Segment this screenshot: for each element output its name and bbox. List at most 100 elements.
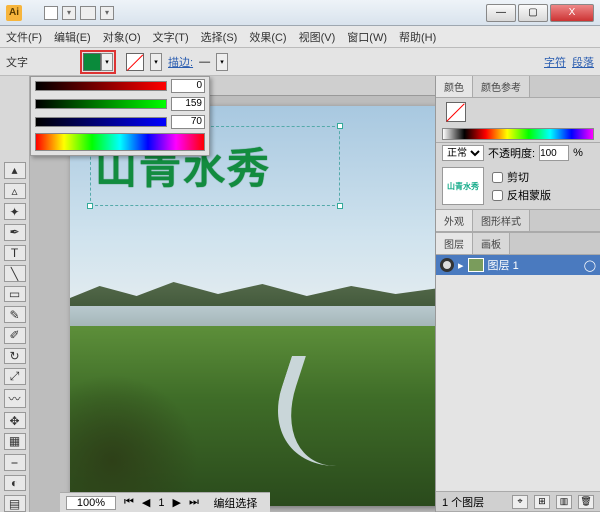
blue-value[interactable]: 70 (171, 115, 205, 129)
invert-label: 反相蒙版 (507, 187, 551, 203)
handle-tr[interactable] (337, 123, 343, 129)
doc-icon[interactable] (44, 6, 58, 20)
handle-br[interactable] (337, 203, 343, 209)
menu-view[interactable]: 视图(V) (299, 29, 336, 45)
new-layer-button[interactable]: ▥ (556, 495, 572, 509)
delete-layer-button[interactable]: 🗑 (578, 495, 594, 509)
page-number: 1 (158, 497, 164, 509)
layers-footer: 1 个图层 ⌖ ⊞ ▥ 🗑 (436, 491, 600, 511)
layers-panel: 图层 画板 ▸ 图层 1 ◯ 1 个图层 ⌖ ⊞ ▥ 🗑 (436, 233, 600, 512)
stroke-dash: — (199, 56, 210, 68)
selection-tool[interactable]: ▴ (4, 162, 26, 179)
minimize-button[interactable]: — (486, 4, 516, 22)
fill-dropdown[interactable]: ▾ (101, 53, 113, 71)
fill-swatch[interactable] (83, 53, 101, 71)
layer-name[interactable]: 图层 1 (488, 257, 519, 273)
stroke-link[interactable]: 描边: (168, 54, 193, 70)
warp-tool[interactable]: 〰 (4, 389, 26, 408)
stroke-dropdown[interactable]: ▾ (150, 53, 162, 71)
arrange-button[interactable] (80, 6, 96, 20)
direct-select-tool[interactable]: ▵ (4, 183, 26, 200)
zoom-input[interactable]: 100% (66, 496, 116, 510)
brush-tool[interactable]: ✎ (4, 306, 26, 323)
stroke-weight-dd[interactable]: ▾ (216, 53, 228, 71)
red-slider[interactable] (35, 81, 167, 91)
artboards-tab[interactable]: 画板 (473, 233, 510, 254)
menu-effect[interactable]: 效果(C) (249, 29, 286, 45)
blend-mode-select[interactable]: 正常 (442, 145, 484, 161)
target-icon[interactable]: ◯ (584, 259, 596, 272)
locate-button[interactable]: ⌖ (512, 495, 528, 509)
menu-object[interactable]: 对象(O) (103, 29, 141, 45)
arrange-flyout[interactable]: ▾ (100, 6, 114, 20)
blend-tool[interactable]: ◐ (4, 475, 26, 492)
toolbox: ▴ ▵ ✦ ✒ T ╲ ▭ ✎ ✐ ↻ ⤢ 〰 ✥ ▦ ⎯ ◐ ▤ (0, 76, 30, 512)
artboard[interactable]: 山青水秀 (70, 106, 435, 506)
character-link[interactable]: 字符 (544, 54, 566, 70)
opacity-label: 不透明度: (488, 145, 535, 161)
fill-color-highlight: ▾ (80, 50, 116, 74)
foreground-bg (70, 356, 210, 506)
opacity-input[interactable] (539, 145, 569, 161)
blue-slider[interactable] (35, 117, 167, 127)
layers-empty (436, 275, 600, 491)
menu-window[interactable]: 窗口(W) (347, 29, 387, 45)
stroke-none-swatch[interactable] (126, 53, 144, 71)
pen-tool[interactable]: ✒ (4, 224, 26, 241)
red-value[interactable]: 0 (171, 79, 205, 93)
clip-checkbox[interactable] (492, 172, 503, 183)
color-none-swatch[interactable] (446, 102, 466, 122)
status-bar: 100% ⏮ ◀ 1 ▶ ⏭ 编组选择 (60, 492, 270, 512)
paragraph-link[interactable]: 段落 (572, 54, 594, 70)
menubar: 文件(F) 编辑(E) 对象(O) 文字(T) 选择(S) 效果(C) 视图(V… (0, 26, 600, 48)
pct-icon: % (573, 147, 583, 159)
layer-count: 1 个图层 (442, 494, 506, 510)
green-value[interactable]: 159 (171, 97, 205, 111)
invert-checkbox[interactable] (492, 190, 503, 201)
transparency-panel: 正常 不透明度: % 山青水秀 剪切 反相蒙版 (436, 143, 600, 210)
control-bar: 文字 ▾ ▾ 描边: — ▾ 字符 段落 (0, 48, 600, 76)
gradient-tool[interactable]: ▦ (4, 433, 26, 450)
transparency-thumb[interactable]: 山青水秀 (442, 167, 484, 205)
appearance-tab[interactable]: 外观 (436, 210, 473, 231)
canvas-area: GB/预览) 0 159 70 山青水秀 (30, 76, 435, 512)
green-slider[interactable] (35, 99, 167, 109)
eyedropper-tool[interactable]: ⎯ (4, 454, 26, 471)
handle-bl[interactable] (87, 203, 93, 209)
flyout-button[interactable]: ▾ (62, 6, 76, 20)
visibility-icon[interactable] (440, 258, 454, 272)
scale-tool[interactable]: ⤢ (4, 368, 26, 385)
menu-select[interactable]: 选择(S) (201, 29, 238, 45)
layers-tab[interactable]: 图层 (436, 233, 473, 254)
layer-row[interactable]: ▸ 图层 1 ◯ (436, 255, 600, 275)
layer-thumb (468, 258, 484, 272)
line-tool[interactable]: ╲ (4, 265, 26, 282)
nav-next-icon[interactable]: ▶ (173, 496, 181, 509)
color-guide-tab[interactable]: 颜色参考 (473, 76, 530, 97)
spectrum-strip[interactable] (35, 133, 205, 151)
rotate-tool[interactable]: ↻ (4, 348, 26, 365)
menu-type[interactable]: 文字(T) (153, 29, 189, 45)
menu-edit[interactable]: 编辑(E) (54, 29, 91, 45)
pencil-tool[interactable]: ✐ (4, 327, 26, 344)
menu-file[interactable]: 文件(F) (6, 29, 42, 45)
new-sublayer-button[interactable]: ⊞ (534, 495, 550, 509)
wand-tool[interactable]: ✦ (4, 203, 26, 220)
slice-tool[interactable]: ▤ (4, 495, 26, 512)
color-spectrum[interactable] (442, 128, 594, 140)
tool-status: 编组选择 (207, 495, 264, 511)
graphic-styles-tab[interactable]: 图形样式 (473, 210, 530, 231)
close-button[interactable]: X (550, 4, 594, 22)
app-icon: Ai (6, 5, 22, 21)
color-tab[interactable]: 颜色 (436, 76, 473, 97)
maximize-button[interactable]: ▢ (518, 4, 548, 22)
menu-help[interactable]: 帮助(H) (399, 29, 436, 45)
rect-tool[interactable]: ▭ (4, 286, 26, 303)
nav-prev-icon[interactable]: ◀ (142, 496, 150, 509)
free-transform-tool[interactable]: ✥ (4, 412, 26, 429)
clip-label: 剪切 (507, 169, 529, 185)
expand-icon[interactable]: ▸ (458, 259, 464, 272)
nav-last-icon[interactable]: ⏭ (189, 496, 199, 509)
nav-first-icon[interactable]: ⏮ (124, 496, 134, 509)
type-tool[interactable]: T (4, 245, 26, 262)
